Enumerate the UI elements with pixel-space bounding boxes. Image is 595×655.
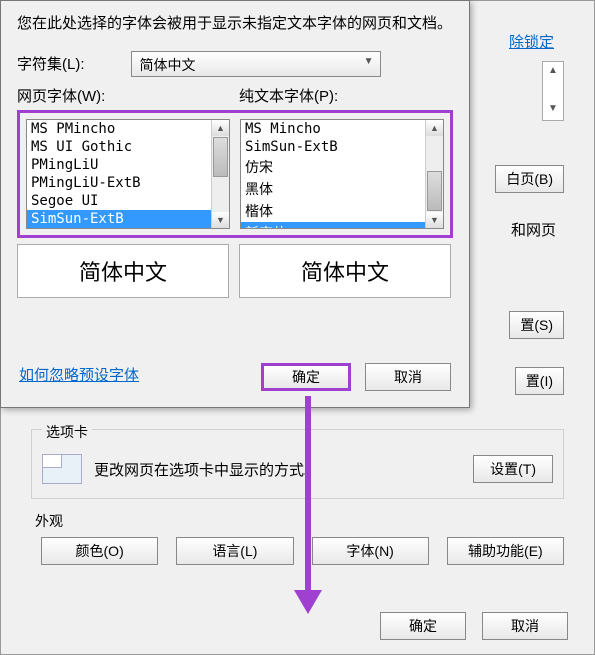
settings-i-button[interactable]: 置(I) [515,367,564,395]
list-item[interactable]: 仿宋 [241,156,443,178]
annotation-arrow-head [294,590,322,614]
scroll-thumb[interactable] [427,171,442,211]
list-item[interactable]: PMingLiU [27,156,229,174]
list-item[interactable]: SimSun-ExtB [241,138,443,156]
scroll-up-icon[interactable]: ▲ [543,62,563,80]
tabs-group: 选项卡 更改网页在选项卡中显示的方式。 设置(T) [31,429,564,499]
fonts-dialog: 您在此处选择的字体会被用于显示未指定文本字体的网页和文档。 字符集(L): 简体… [0,0,470,408]
scroll-thumb[interactable] [213,137,228,177]
list-item[interactable]: Segoe UI [27,192,229,210]
list-item[interactable]: PMingLiU-ExtB [27,174,229,192]
web-font-label: 网页字体(W): [17,85,229,106]
listbox-scrollbar[interactable]: ▲ ▼ [425,120,443,228]
unlock-link[interactable]: 除锁定 [509,31,554,52]
highlight-annotation: MS PMinchoMS UI GothicPMingLiUPMingLiU-E… [17,110,453,238]
plain-fonts-listbox[interactable]: MS MinchoSimSun-ExtB仿宋黑体楷体新宋体 ▲ ▼ [240,119,444,229]
list-item[interactable]: MS Mincho [241,120,443,138]
color-button[interactable]: 颜色(O) [41,537,158,565]
tabs-group-title: 选项卡 [42,422,92,442]
pages-label: 和网页 [511,219,556,240]
scroll-up-icon[interactable]: ▲ [426,120,443,136]
cancel-button[interactable]: 取消 [365,363,451,391]
list-item[interactable]: MS PMincho [27,120,229,138]
tabs-settings-button[interactable]: 设置(T) [473,455,553,483]
list-item[interactable]: MS UI Gothic [27,138,229,156]
main-ok-button[interactable]: 确定 [380,612,466,640]
scroll-up-icon[interactable]: ▲ [212,120,229,136]
bg-scrollbar[interactable]: ▲ ▼ [542,61,564,121]
scroll-down-icon[interactable]: ▼ [426,212,443,228]
listbox-scrollbar[interactable]: ▲ ▼ [211,120,229,228]
appearance-group-title: 外观 [35,511,63,531]
list-item[interactable]: SimSun-ExtB [27,210,229,228]
annotation-arrow-line [305,396,311,594]
ok-button[interactable]: 确定 [261,363,351,391]
charset-value: 简体中文 [140,57,196,73]
web-fonts-listbox[interactable]: MS PMinchoMS UI GothicPMingLiUPMingLiU-E… [26,119,230,229]
main-cancel-button[interactable]: 取消 [482,612,568,640]
blank-page-button[interactable]: 白页(B) [495,165,564,193]
dialog-description: 您在此处选择的字体会被用于显示未指定文本字体的网页和文档。 [17,13,453,35]
accessibility-button[interactable]: 辅助功能(E) [447,537,564,565]
settings-s-button[interactable]: 置(S) [509,311,564,339]
help-link[interactable]: 如何忽略预设字体 [19,367,139,384]
list-item[interactable]: 新宋体 [241,222,443,228]
list-item[interactable]: 楷体 [241,200,443,222]
font-button[interactable]: 字体(N) [312,537,429,565]
charset-select[interactable]: 简体中文 [131,51,381,77]
list-item[interactable]: 黑体 [241,178,443,200]
web-font-preview: 简体中文 [17,244,229,298]
charset-label: 字符集(L): [17,53,85,74]
tabs-icon [42,454,82,484]
scroll-down-icon[interactable]: ▼ [212,212,229,228]
scroll-down-icon[interactable]: ▼ [543,100,563,118]
language-button[interactable]: 语言(L) [176,537,293,565]
plain-font-label: 纯文本字体(P): [239,85,451,106]
plain-font-preview: 简体中文 [239,244,451,298]
tabs-text: 更改网页在选项卡中显示的方式。 [94,459,319,480]
